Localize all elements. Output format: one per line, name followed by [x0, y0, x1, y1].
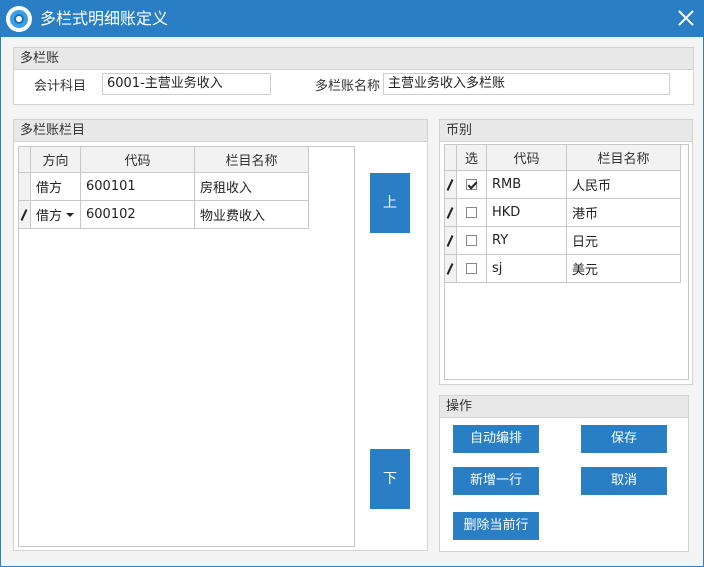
account-label: 会计科目 — [34, 79, 87, 94]
column-header-direction: 方向 — [30, 146, 81, 173]
currency-header-select: 选 — [456, 144, 487, 171]
app-logo-icon — [6, 6, 32, 32]
code-cell[interactable]: 600102 — [80, 200, 195, 229]
close-icon[interactable] — [674, 6, 698, 30]
currency-checkbox-sj[interactable] — [466, 263, 477, 274]
currency-table: 选 代码 栏目名称 RMB 人民币 HKD 港币 RY 日元 sj 美元 — [444, 144, 681, 283]
edit-pencil-icon — [20, 209, 28, 221]
row-selector[interactable] — [18, 172, 31, 201]
currency-code-cell[interactable]: RMB — [486, 170, 567, 199]
operations-group-title: 操作 — [440, 396, 688, 418]
currency-name-cell[interactable]: 人民币 — [566, 170, 681, 199]
move-down-button[interactable]: 下 — [370, 449, 410, 509]
currency-header-code: 代码 — [486, 144, 567, 171]
chevron-down-icon[interactable] — [66, 213, 74, 217]
currency-name-cell[interactable]: 日元 — [566, 226, 681, 255]
direction-dropdown[interactable]: 借方 — [30, 200, 81, 229]
currency-group-title: 币别 — [440, 120, 692, 142]
auto-arrange-button[interactable]: 自动编排 — [453, 425, 539, 453]
table-row[interactable]: RMB 人民币 — [444, 170, 681, 199]
table-row[interactable]: 借方 600102 物业费收入 — [18, 200, 309, 229]
title-bar: 多栏式明细账定义 — [0, 0, 704, 37]
currency-code-cell[interactable]: RY — [486, 226, 567, 255]
edit-pencil-icon — [446, 263, 454, 275]
table-row[interactable]: HKD 港币 — [444, 198, 681, 227]
currency-checkbox-rmb[interactable] — [466, 179, 477, 190]
currency-checkbox-ry[interactable] — [466, 235, 477, 246]
cancel-button[interactable]: 取消 — [581, 467, 667, 495]
save-button[interactable]: 保存 — [581, 425, 667, 453]
row-selector[interactable] — [444, 198, 457, 227]
columns-grid: 方向 代码 栏目名称 借方 600101 房租收入 借方 600102 物业费收… — [18, 146, 355, 547]
column-name-cell[interactable]: 房租收入 — [194, 172, 309, 201]
select-cell[interactable] — [456, 254, 487, 283]
currency-grid: 选 代码 栏目名称 RMB 人民币 HKD 港币 RY 日元 sj 美元 — [444, 144, 689, 380]
currency-checkbox-hkd[interactable] — [466, 207, 477, 218]
ledger-group-title: 多栏账 — [14, 48, 693, 70]
row-selector[interactable] — [444, 170, 457, 199]
ledger-name-label: 多栏账名称 — [315, 79, 381, 94]
ledger-name-field[interactable]: 主营业务收入多栏账 — [383, 73, 670, 95]
direction-value: 借方 — [36, 209, 63, 224]
currency-code-cell[interactable]: HKD — [486, 198, 567, 227]
edit-pencil-icon — [446, 207, 454, 219]
column-header-code: 代码 — [80, 146, 195, 173]
window-title: 多栏式明细账定义 — [40, 9, 169, 28]
direction-cell[interactable]: 借方 — [30, 172, 81, 201]
table-row[interactable]: sj 美元 — [444, 254, 681, 283]
columns-table: 方向 代码 栏目名称 借方 600101 房租收入 借方 600102 物业费收… — [18, 146, 309, 229]
row-selector[interactable] — [18, 200, 31, 229]
currency-code-cell[interactable]: sj — [486, 254, 567, 283]
currency-name-cell[interactable]: 美元 — [566, 254, 681, 283]
edit-pencil-icon — [446, 235, 454, 247]
currency-header-row: 选 代码 栏目名称 — [444, 144, 681, 171]
currency-header-name: 栏目名称 — [566, 144, 681, 171]
add-row-button[interactable]: 新增一行 — [453, 467, 539, 495]
delete-row-button[interactable]: 删除当前行 — [453, 512, 539, 540]
code-cell[interactable]: 600101 — [80, 172, 195, 201]
row-selector[interactable] — [444, 226, 457, 255]
select-cell[interactable] — [456, 170, 487, 199]
move-up-button[interactable]: 上 — [370, 173, 410, 233]
select-cell[interactable] — [456, 226, 487, 255]
column-header-name: 栏目名称 — [194, 146, 309, 173]
row-selector-header — [18, 146, 31, 173]
columns-header-row: 方向 代码 栏目名称 — [18, 146, 309, 173]
column-name-cell[interactable]: 物业费收入 — [194, 200, 309, 229]
table-row[interactable]: 借方 600101 房租收入 — [18, 172, 309, 201]
table-row[interactable]: RY 日元 — [444, 226, 681, 255]
select-cell[interactable] — [456, 198, 487, 227]
row-selector[interactable] — [444, 254, 457, 283]
row-selector-header — [444, 144, 457, 171]
columns-group-title: 多栏账栏目 — [14, 120, 427, 142]
account-field[interactable]: 6001-主营业务收入 — [102, 73, 271, 95]
edit-pencil-icon — [446, 179, 454, 191]
currency-name-cell[interactable]: 港币 — [566, 198, 681, 227]
